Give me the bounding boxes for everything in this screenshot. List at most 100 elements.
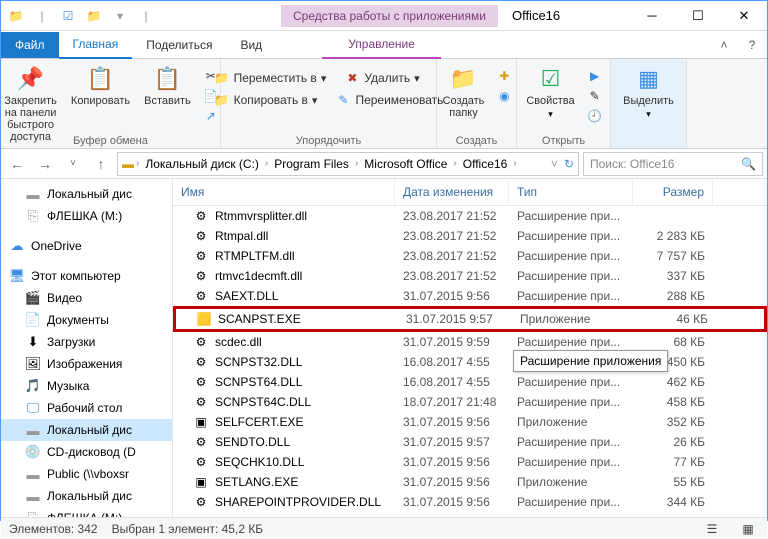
new-item-button[interactable]: ✚: [494, 67, 514, 85]
nav-forward-button[interactable]: →: [33, 152, 57, 176]
navigation-pane[interactable]: ▬Локальный дис ⎘ФЛЕШКА (M:) ☁OneDrive 🖥Э…: [1, 179, 173, 517]
qat-newfolder-icon[interactable]: 📁: [85, 7, 103, 25]
col-name[interactable]: Имя: [173, 179, 395, 205]
file-size: 55 КБ: [633, 475, 713, 489]
paste-button[interactable]: 📋 Вставить: [140, 63, 195, 109]
nav-flash2[interactable]: ⎘ФЛЕШКА (M:): [1, 507, 172, 517]
ribbon-collapse-button[interactable]: ˄: [713, 38, 735, 52]
file-row[interactable]: ▣SELFCERT.EXE31.07.2015 9:56Приложение35…: [173, 412, 767, 432]
image-icon: 🖼: [25, 356, 41, 372]
file-date: 23.08.2017 21:52: [395, 209, 509, 223]
tab-home[interactable]: Главная: [59, 31, 133, 59]
col-type[interactable]: Тип: [509, 179, 633, 205]
file-type: Расширение при...: [509, 515, 633, 517]
nav-localdisk2[interactable]: ▬Локальный дис: [1, 419, 172, 441]
nav-localdisk3[interactable]: ▬Локальный дис: [1, 485, 172, 507]
file-row[interactable]: ▣SETLANG.EXE31.07.2015 9:56Приложение55 …: [173, 472, 767, 492]
close-button[interactable]: ✕: [721, 2, 767, 30]
file-row[interactable]: ⚙scdec.dll31.07.2015 9:59Расширение при.…: [173, 332, 767, 352]
nav-cddrive[interactable]: 💿CD-дисковод (D: [1, 441, 172, 463]
file-icon: ▣: [193, 414, 209, 430]
nav-recent-dropdown[interactable]: ˅: [61, 152, 85, 176]
view-tiles-button[interactable]: ▦: [737, 522, 759, 536]
file-list[interactable]: Имя Дата изменения Тип Размер ⚙Rtmmvrspl…: [173, 179, 767, 517]
nav-back-button[interactable]: ←: [5, 152, 29, 176]
nav-localdisk[interactable]: ▬Локальный дис: [1, 183, 172, 205]
select-button[interactable]: ▦ Выделить ▾: [619, 63, 678, 122]
nav-flash[interactable]: ⎘ФЛЕШКА (M:): [1, 205, 172, 227]
copy-button[interactable]: 📋 Копировать: [67, 63, 134, 109]
file-row[interactable]: ⚙SEQCHK10.DLL31.07.2015 9:56Расширение п…: [173, 452, 767, 472]
history-button[interactable]: 🕘: [585, 107, 605, 125]
file-row[interactable]: ⚙SCNPST32.DLL16.08.2017 4:55450 КБ: [173, 352, 767, 372]
file-row[interactable]: ⚙SCNPST64.DLL16.08.2017 4:55Расширение п…: [173, 372, 767, 392]
crumb-mo[interactable]: Microsoft Office: [360, 157, 451, 171]
file-type: Расширение при...: [509, 495, 633, 509]
crumb-o16[interactable]: Office16: [459, 157, 511, 171]
delete-button[interactable]: ✖Удалить ▾: [342, 69, 421, 87]
tab-manage[interactable]: Управление: [322, 31, 441, 59]
file-tab[interactable]: Файл: [1, 32, 59, 58]
file-size: 458 КБ: [633, 395, 713, 409]
move-to-button[interactable]: 📁Переместить в ▾: [212, 69, 329, 87]
ribbon-group-organize-label: Упорядочить: [221, 135, 436, 147]
file-row[interactable]: ⚙RTMPLTFM.dll23.08.2017 21:52Расширение …: [173, 246, 767, 266]
nav-thispc[interactable]: 🖥Этот компьютер: [1, 265, 172, 287]
nav-public[interactable]: ▬Public (\\vboxsr: [1, 463, 172, 485]
nav-documents[interactable]: 📄Документы: [1, 309, 172, 331]
help-button[interactable]: ?: [741, 38, 763, 52]
file-icon: ⚙: [193, 228, 209, 244]
copy-to-button[interactable]: 📁Копировать в ▾: [212, 91, 320, 109]
music-icon: 🎵: [25, 378, 41, 394]
file-size: 337 КБ: [633, 269, 713, 283]
file-row[interactable]: ⚙Rtmpal.dll23.08.2017 21:52Расширение пр…: [173, 226, 767, 246]
nav-desktop[interactable]: 🖵Рабочий стол: [1, 397, 172, 419]
paste-shortcut-button[interactable]: ↗: [201, 107, 221, 125]
tab-share[interactable]: Поделиться: [132, 32, 226, 58]
nav-downloads[interactable]: ⬇Загрузки: [1, 331, 172, 353]
file-row[interactable]: ⚙Rtmmvrsplitter.dll23.08.2017 21:52Расши…: [173, 206, 767, 226]
qat-properties-icon[interactable]: ☑: [59, 7, 77, 25]
file-row[interactable]: ⚙SHAREPOINTPROVIDER.DLL31.07.2015 9:56Ра…: [173, 492, 767, 512]
qat-dropdown-icon[interactable]: ▾: [111, 7, 129, 25]
refresh-button[interactable]: ↻: [564, 157, 574, 171]
file-row[interactable]: ⚙SignalRClient.dll31.07.2015 9:56Расшире…: [173, 512, 767, 517]
easy-access-button[interactable]: ◉: [494, 87, 514, 105]
address-dropdown-icon[interactable]: ˅: [551, 157, 558, 171]
nav-onedrive[interactable]: ☁OneDrive: [1, 235, 172, 257]
crumb-disk[interactable]: Локальный диск (C:): [141, 157, 263, 171]
crumb-pf[interactable]: Program Files: [270, 157, 353, 171]
address-bar[interactable]: ▬ › Локальный диск (C:)› Program Files› …: [117, 152, 579, 176]
col-size[interactable]: Размер: [633, 179, 713, 205]
file-row[interactable]: ⚙SAEXT.DLL31.07.2015 9:56Расширение при.…: [173, 286, 767, 306]
file-name: SENDTO.DLL: [215, 435, 290, 449]
file-row[interactable]: ⚙rtmvc1decmft.dll23.08.2017 21:52Расшире…: [173, 266, 767, 286]
properties-button[interactable]: ☑ Свойства ▾: [522, 63, 578, 122]
view-details-button[interactable]: ☰: [701, 522, 723, 536]
maximize-button[interactable]: ☐: [675, 2, 721, 30]
nav-music[interactable]: 🎵Музыка: [1, 375, 172, 397]
rename-button[interactable]: ✎Переименовать: [333, 91, 445, 109]
nav-images[interactable]: 🖼Изображения: [1, 353, 172, 375]
ribbon-group-open-label: Открыть: [517, 135, 610, 147]
file-icon: ⚙: [193, 494, 209, 510]
tab-view[interactable]: Вид: [226, 32, 276, 58]
file-row[interactable]: 🟨SCANPST.EXE31.07.2015 9:57Приложение46 …: [173, 306, 767, 332]
col-date[interactable]: Дата изменения: [395, 179, 509, 205]
nav-up-button[interactable]: ↑: [89, 152, 113, 176]
new-folder-button[interactable]: 📁 Создать папку: [439, 63, 489, 121]
column-headers[interactable]: Имя Дата изменения Тип Размер: [173, 179, 767, 206]
open-button[interactable]: ▶: [585, 67, 605, 85]
open-icon: ▶: [587, 68, 603, 84]
search-box[interactable]: Поиск: Office16 🔍: [583, 152, 763, 176]
file-row[interactable]: ⚙SCNPST64C.DLL18.07.2017 21:48Расширение…: [173, 392, 767, 412]
video-icon: 🎬: [25, 290, 41, 306]
minimize-button[interactable]: ─: [629, 2, 675, 30]
file-name: SCNPST64C.DLL: [215, 395, 311, 409]
file-row[interactable]: ⚙SENDTO.DLL31.07.2015 9:57Расширение при…: [173, 432, 767, 452]
pin-to-quickaccess-button[interactable]: 📌 Закрепить на панели быстрого доступа: [0, 63, 61, 145]
edit-button[interactable]: ✎: [585, 87, 605, 105]
nav-videos[interactable]: 🎬Видео: [1, 287, 172, 309]
file-icon: ⚙: [193, 208, 209, 224]
select-icon: ▦: [635, 65, 663, 93]
